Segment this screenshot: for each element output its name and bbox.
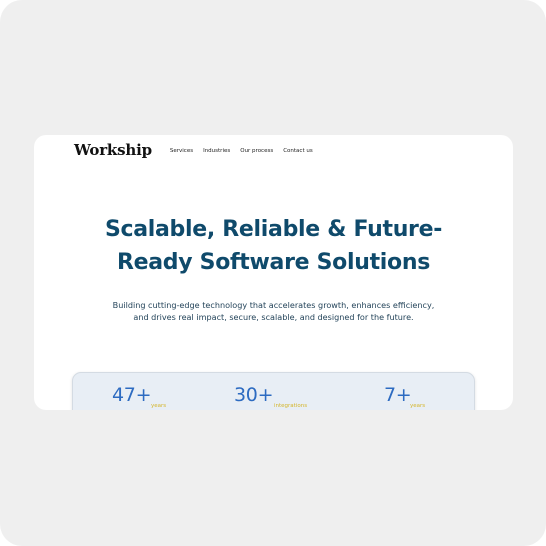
stat-value: 47+: [112, 384, 152, 406]
hero-title-line-1: Scalable, Reliable & Future-: [104, 217, 443, 242]
nav-link-contact-us[interactable]: Contact us: [283, 148, 313, 154]
nav-link-services[interactable]: Services: [170, 148, 193, 154]
stat-value: 30+: [234, 384, 274, 406]
stats-panel: 47+ years 30+ integrations 7+ years: [72, 372, 475, 410]
nav-link-our-process[interactable]: Our process: [240, 148, 273, 154]
stat-label: years: [151, 403, 167, 409]
hero-subtitle: Building cutting-edge technology that ac…: [34, 299, 513, 323]
stat-label: years: [410, 403, 426, 409]
stat-item: 7+ years: [384, 384, 425, 409]
hero-subtitle-line-1: Building cutting-edge technology that ac…: [112, 300, 435, 310]
screenshot-frame: Workship Services Industries Our process…: [0, 0, 546, 546]
hero-subtitle-line-2: and drives real impact, secure, scalable…: [133, 312, 414, 322]
top-navigation: Workship Services Industries Our process…: [74, 138, 313, 162]
hero-title-line-2: Ready Software Solutions: [117, 250, 430, 275]
stat-value: 7+: [384, 384, 412, 406]
brand-logo[interactable]: Workship: [74, 141, 152, 159]
hero-title: Scalable, Reliable & Future- Ready Softw…: [34, 213, 513, 279]
nav-links: Services Industries Our process Contact …: [170, 148, 313, 154]
stat-item: 30+ integrations: [234, 384, 307, 409]
website-preview-card: Workship Services Industries Our process…: [34, 135, 513, 410]
nav-link-industries[interactable]: Industries: [203, 148, 230, 154]
stat-item: 47+ years: [112, 384, 166, 409]
stat-label: integrations: [274, 403, 308, 409]
